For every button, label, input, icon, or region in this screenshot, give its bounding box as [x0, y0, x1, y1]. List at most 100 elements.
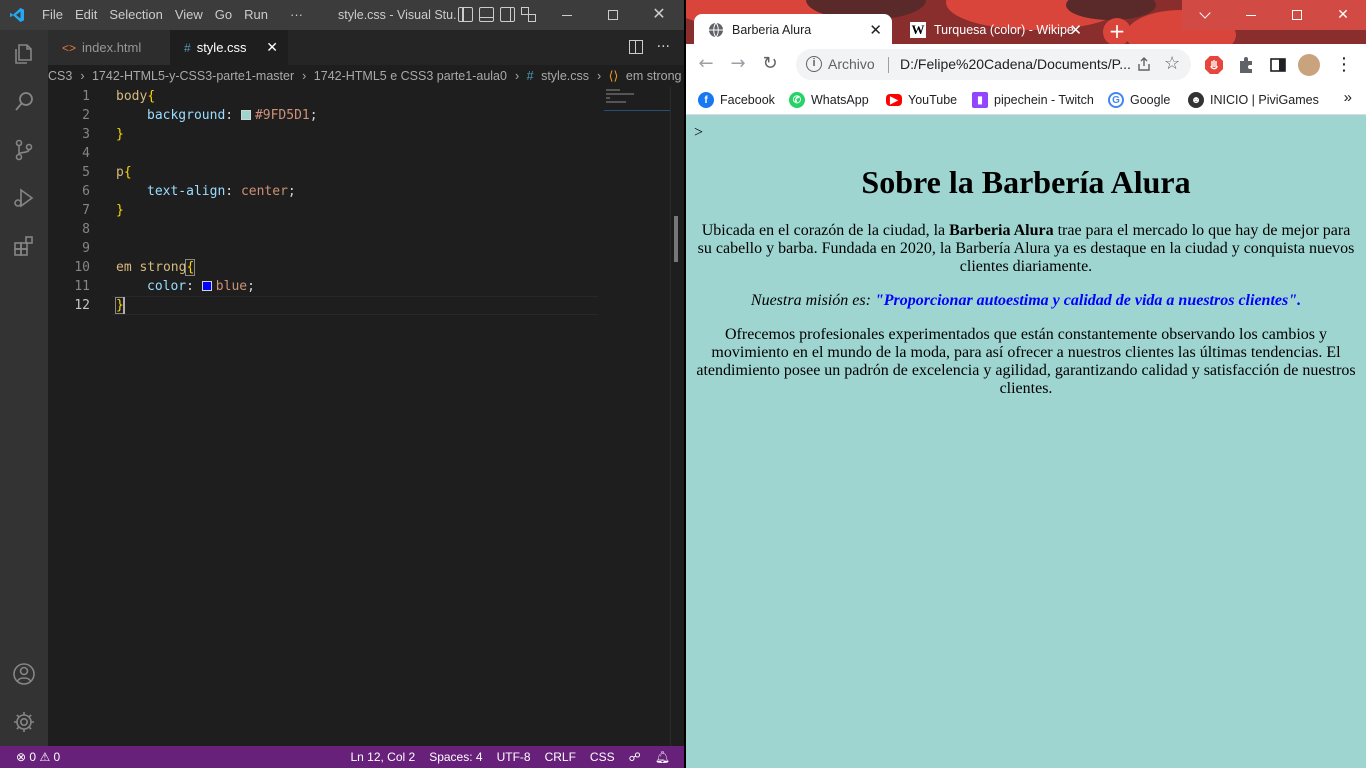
split-editor-icon[interactable] — [628, 40, 643, 54]
reload-icon[interactable]: ↻ — [760, 54, 780, 74]
menu-edit[interactable]: Edit — [69, 0, 103, 30]
menu-go[interactable]: Go — [209, 0, 238, 30]
indentation[interactable]: Spaces: 4 — [429, 746, 482, 768]
line-ending[interactable]: CRLF — [545, 746, 576, 768]
explorer-icon[interactable] — [12, 42, 36, 66]
menu-selection[interactable]: Selection — [103, 0, 168, 30]
close-button[interactable]: ✕ — [1320, 0, 1366, 30]
colon: : — [225, 108, 241, 123]
color-swatch[interactable] — [240, 110, 251, 120]
globe-icon — [709, 22, 723, 38]
breadcrumb-item[interactable]: CS3 — [48, 69, 72, 83]
tab-close-icon[interactable]: ✕ — [1069, 21, 1082, 39]
forward-arrow-icon[interactable]: → — [728, 54, 748, 74]
menu-run[interactable]: Run — [238, 0, 274, 30]
vscode-logo-icon — [10, 8, 24, 22]
error-icon: ⊗ — [16, 750, 27, 764]
maximize-button[interactable] — [1274, 0, 1320, 30]
line-number: 10 — [74, 260, 90, 275]
bookmark-star-icon[interactable]: ☆ — [1164, 53, 1180, 74]
menu-more[interactable]: ··· — [284, 0, 309, 30]
code-editor[interactable]: 1 body{ 2 background: #9FD5D1; 3 } 4 5 p… — [48, 87, 670, 746]
line-number: 1 — [82, 89, 90, 104]
breadcrumb-item[interactable]: style.css — [541, 69, 589, 83]
vscode-window-title: style.css - Visual Stu... — [338, 8, 456, 22]
back-arrow-icon[interactable]: ← — [696, 54, 716, 74]
bookmark-label: YouTube — [908, 93, 958, 107]
bookmark-pivigames[interactable]: ☻ INICIO | PiviGames — [1188, 89, 1319, 111]
bookmarks-overflow-icon[interactable]: » — [1344, 89, 1352, 106]
minimap[interactable] — [604, 87, 670, 111]
color-swatch[interactable] — [201, 281, 212, 291]
source-control-icon[interactable] — [12, 138, 36, 162]
browser-tab-barberia[interactable]: Barberia Alura ✕ — [694, 14, 892, 44]
share-icon[interactable] — [1136, 56, 1152, 72]
facebook-icon: f — [698, 92, 714, 108]
adblock-icon[interactable] — [1204, 55, 1224, 75]
minimize-button[interactable] — [1228, 0, 1274, 30]
property: text-align — [147, 184, 226, 199]
line-number: 11 — [74, 279, 90, 294]
cursor-position[interactable]: Ln 12, Col 2 — [350, 746, 415, 768]
info-icon[interactable]: i — [806, 56, 822, 72]
maximize-button[interactable] — [590, 0, 636, 30]
chrome-menu-icon[interactable]: ⋮ — [1334, 55, 1354, 75]
line-content: color: blue; — [147, 277, 255, 296]
breadcrumb-item[interactable]: 1742-HTML5 e CSS3 parte1-aula0 — [314, 69, 507, 83]
problems-indicator[interactable]: ⊗ 0 ⚠ 0 — [16, 746, 60, 768]
encoding[interactable]: UTF-8 — [497, 746, 531, 768]
bookmark-twitch[interactable]: ▮ pipechein - Twitch — [972, 89, 1094, 111]
menu-view[interactable]: View — [169, 0, 209, 30]
menu-file[interactable]: File — [36, 0, 69, 30]
url-text[interactable]: D:/Felipe%20Cadena/Documents/P... — [900, 49, 1132, 80]
line-number: 5 — [82, 165, 90, 180]
profile-avatar[interactable] — [1298, 54, 1320, 76]
new-tab-button[interactable]: + — [1103, 18, 1131, 44]
minimize-button[interactable] — [544, 0, 590, 30]
side-panel-icon[interactable] — [1268, 55, 1288, 75]
feedback-icon[interactable]: ☍ — [629, 746, 641, 768]
tab-label: index.html — [82, 40, 142, 55]
vertical-scrollbar[interactable] — [670, 87, 684, 746]
notifications-bell-icon[interactable]: 🔔︎ — [655, 746, 670, 768]
bookmark-google[interactable]: G Google — [1108, 89, 1170, 111]
tab-index-html[interactable]: <> index.html — [48, 30, 170, 65]
brace: { — [185, 259, 196, 276]
extensions-puzzle-icon[interactable] — [1236, 55, 1256, 75]
toggle-sidebar-icon[interactable] — [458, 7, 473, 22]
text: Ubicada en el corazón de la ciudad, la — [701, 222, 950, 239]
settings-gear-icon[interactable] — [12, 710, 36, 734]
tab-style-css[interactable]: # style.css ✕ — [170, 30, 288, 65]
run-debug-icon[interactable] — [12, 186, 36, 210]
line-number: 7 — [82, 203, 90, 218]
chevron-right-icon: › — [302, 69, 307, 83]
breadcrumb-item[interactable]: 1742-HTML5-y-CSS3-parte1-master — [92, 69, 294, 83]
brace: } — [116, 203, 124, 218]
bookmarks-bar: f Facebook ✆ WhatsApp ▶ YouTube ▮ pipech… — [686, 85, 1366, 115]
text: Nuestra misión es: — [750, 292, 875, 309]
address-bar[interactable]: i Archivo D:/Felipe%20Cadena/Documents/P… — [796, 49, 1191, 80]
customize-layout-icon[interactable] — [521, 7, 536, 22]
accounts-icon[interactable] — [12, 662, 36, 686]
search-icon[interactable] — [12, 90, 36, 114]
toggle-panel-icon[interactable] — [479, 7, 494, 22]
extensions-icon[interactable] — [12, 234, 36, 258]
web-page-content: > Sobre la Barbería Alura Ubicada en el … — [686, 116, 1366, 768]
language-mode[interactable]: CSS — [590, 746, 615, 768]
editor-tabs: <> index.html # style.css ✕ ··· — [48, 30, 684, 65]
tab-search-button[interactable] — [1182, 0, 1228, 30]
toggle-secondary-sidebar-icon[interactable] — [500, 7, 515, 22]
tab-close-icon[interactable]: ✕ — [869, 21, 882, 39]
bookmark-facebook[interactable]: f Facebook — [698, 89, 775, 111]
code-line: 9 — [48, 239, 598, 258]
more-actions-icon[interactable]: ··· — [657, 39, 670, 55]
browser-tab-wikipedia[interactable]: W Turquesa (color) - Wikipe ✕ — [896, 14, 1092, 44]
bold-text: Barberia Alura — [949, 222, 1054, 239]
bookmark-youtube[interactable]: ▶ YouTube — [886, 89, 957, 111]
tab-close-icon[interactable]: ✕ — [266, 39, 278, 56]
close-button[interactable]: ✕ — [636, 0, 682, 30]
maximize-icon — [608, 10, 618, 20]
scrollbar-thumb[interactable] — [674, 216, 678, 262]
breadcrumb-item[interactable]: em strong — [626, 69, 682, 83]
bookmark-whatsapp[interactable]: ✆ WhatsApp — [789, 89, 869, 111]
